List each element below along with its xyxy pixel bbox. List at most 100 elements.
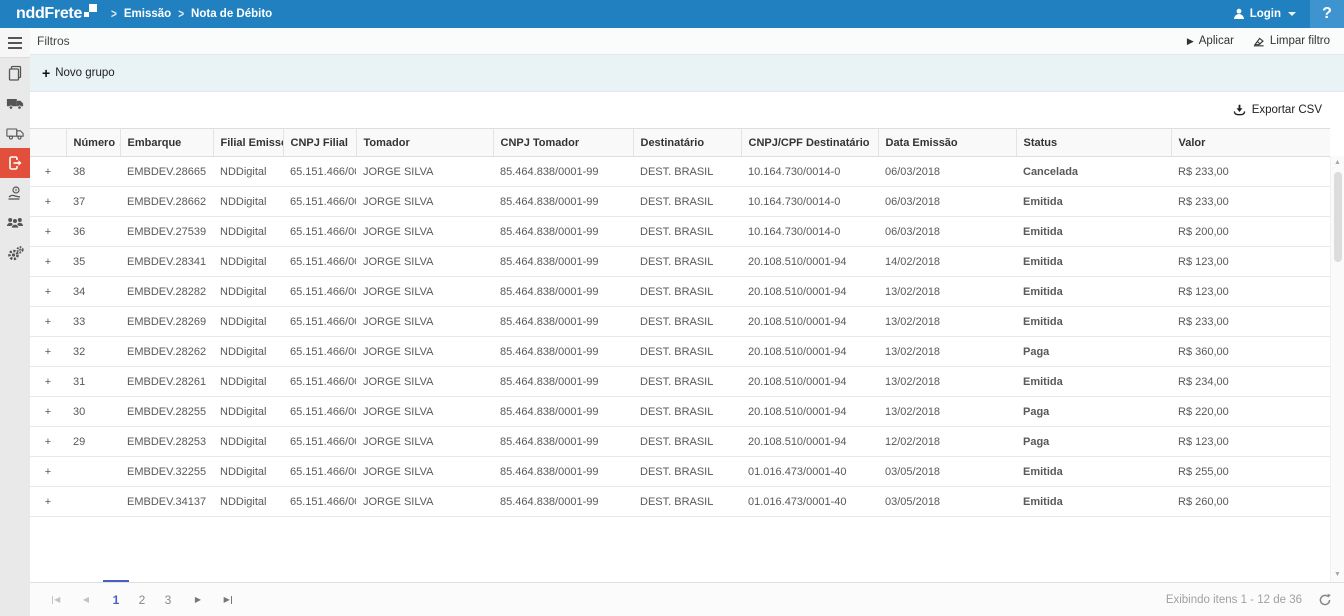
cell-embarque: EMBDEV.27539 [120,217,213,247]
menu-icon[interactable] [0,28,30,58]
help-button[interactable]: ? [1310,0,1344,28]
expand-column-header [30,129,66,157]
table-row[interactable]: +35EMBDEV.28341NDDigital65.151.466/000..… [30,247,1330,277]
sidebar-item-settings[interactable] [0,238,30,268]
scrollbar-thumb[interactable] [1334,172,1342,262]
cell-status: Paga [1016,337,1171,367]
chevron-right-icon: > [178,7,184,21]
table-row[interactable]: +EMBDEV.32255NDDigital65.151.466/000...J… [30,457,1330,487]
column-header-numero[interactable]: Número↓ [66,129,120,157]
table-row[interactable]: +EMBDEV.34137NDDigital65.151.466/000...J… [30,487,1330,517]
expand-row-button[interactable]: + [30,277,66,307]
sidebar-item-debit-note-active[interactable] [0,148,30,178]
table-row[interactable]: +30EMBDEV.28255NDDigital65.151.466/000..… [30,397,1330,427]
next-page-button[interactable]: ▶ [186,588,210,612]
column-header-filial-emissora[interactable]: Filial Emissora [213,129,283,157]
sidebar-item-documents[interactable] [0,58,30,88]
login-label: Login [1250,8,1281,20]
pager-page-2[interactable]: 2 [130,588,154,612]
pager-page-1[interactable]: 1 [104,588,128,612]
apply-filter-label: Aplicar [1199,35,1234,47]
scroll-up-icon[interactable]: ▲ [1334,156,1341,170]
cell-valor: R$ 234,00 [1171,367,1330,397]
column-header-data-emissao[interactable]: Data Emissão [878,129,1016,157]
expand-row-button[interactable]: + [30,487,66,517]
scroll-down-icon[interactable]: ▼ [1334,568,1341,582]
sidebar-item-users[interactable] [0,208,30,238]
column-header-cnpj-tomador[interactable]: CNPJ Tomador [493,129,633,157]
expand-row-button[interactable]: + [30,307,66,337]
expand-row-button[interactable]: + [30,457,66,487]
pager-info: Exibindo itens 1 - 12 de 36 [1166,594,1302,606]
cell-valor: R$ 255,00 [1171,457,1330,487]
sidebar-item-truck-outline[interactable] [0,118,30,148]
column-header-cnpj-filial[interactable]: CNPJ Filial [283,129,356,157]
expand-row-button[interactable]: + [30,217,66,247]
app-logo-text: nddFrete [16,4,82,24]
cell-embarque: EMBDEV.28341 [120,247,213,277]
cell-cnpj_filial: 65.151.466/000... [283,307,356,337]
cell-tomador: JORGE SILVA [356,217,493,247]
cell-filial_emissora: NDDigital [213,487,283,517]
expand-row-button[interactable]: + [30,157,66,187]
table-row[interactable]: +31EMBDEV.28261NDDigital65.151.466/000..… [30,367,1330,397]
cell-filial_emissora: NDDigital [213,337,283,367]
cell-cnpj_filial: 65.151.466/000... [283,247,356,277]
cell-filial_emissora: NDDigital [213,397,283,427]
cell-status: Emitida [1016,307,1171,337]
cell-embarque: EMBDEV.28255 [120,397,213,427]
pager-page-3[interactable]: 3 [156,588,180,612]
cell-cnpj_tomador: 85.464.838/0001-99 [493,217,633,247]
cell-status: Cancelada [1016,157,1171,187]
expand-row-button[interactable]: + [30,187,66,217]
cell-embarque: EMBDEV.28662 [120,187,213,217]
new-group-button[interactable]: + Novo grupo [42,66,115,80]
column-header-status[interactable]: Status [1016,129,1171,157]
export-csv-button[interactable]: Exportar CSV [1233,104,1322,116]
sidebar-item-payment[interactable] [0,178,30,208]
login-menu-button[interactable]: Login [1219,0,1310,28]
clear-filter-button[interactable]: Limpar filtro [1252,35,1330,47]
expand-row-button[interactable]: + [30,397,66,427]
table-row[interactable]: +33EMBDEV.28269NDDigital65.151.466/000..… [30,307,1330,337]
table-row[interactable]: +37EMBDEV.28662NDDigital65.151.466/000..… [30,187,1330,217]
column-header-destinatario[interactable]: Destinatário [633,129,741,157]
expand-row-button[interactable]: + [30,247,66,277]
column-header-tomador[interactable]: Tomador [356,129,493,157]
table-row[interactable]: +36EMBDEV.27539NDDigital65.151.466/000..… [30,217,1330,247]
expand-row-button[interactable]: + [30,337,66,367]
table-row[interactable]: +29EMBDEV.28253NDDigital65.151.466/000..… [30,427,1330,457]
sidebar-item-truck-solid[interactable] [0,88,30,118]
breadcrumb-item-nota-de-debito[interactable]: Nota de Débito [191,8,272,20]
top-header-bar: nddFrete > Emissão > Nota de Débito Logi… [0,0,1344,28]
cell-filial_emissora: NDDigital [213,217,283,247]
cell-filial_emissora: NDDigital [213,157,283,187]
cell-destinatario: DEST. BRASIL [633,187,741,217]
cell-numero [66,457,120,487]
previous-page-button[interactable]: ◀ [74,588,98,612]
cell-cnpj_tomador: 85.464.838/0001-99 [493,277,633,307]
breadcrumb: > Emissão > Nota de Débito [111,8,272,20]
cell-data_emissao: 13/02/2018 [878,367,1016,397]
vertical-scrollbar[interactable]: ▲ ▼ [1330,156,1344,582]
cell-cnpj_tomador: 85.464.838/0001-99 [493,487,633,517]
app-logo[interactable]: nddFrete [0,1,107,27]
last-page-button[interactable]: ▶ [216,588,240,612]
expand-row-button[interactable]: + [30,367,66,397]
column-header-valor[interactable]: Valor [1171,129,1330,157]
expand-row-button[interactable]: + [30,427,66,457]
cell-numero: 36 [66,217,120,247]
column-header-cnpj-cpf-destinatario[interactable]: CNPJ/CPF Destinatário [741,129,878,157]
column-header-embarque[interactable]: Embarque [120,129,213,157]
cell-valor: R$ 360,00 [1171,337,1330,367]
apply-filter-button[interactable]: ▶ Aplicar [1187,35,1234,47]
cell-cnpj_filial: 65.151.466/000... [283,337,356,367]
refresh-button[interactable] [1318,593,1332,607]
table-row[interactable]: +32EMBDEV.28262NDDigital65.151.466/000..… [30,337,1330,367]
cell-cnpj_cpf_destinatario: 20.108.510/0001-94 [741,337,878,367]
first-page-button[interactable]: ◀ [44,588,68,612]
table-row[interactable]: +34EMBDEV.28282NDDigital65.151.466/000..… [30,277,1330,307]
table-row[interactable]: +38EMBDEV.28665NDDigital65.151.466/000..… [30,157,1330,187]
breadcrumb-item-emissao[interactable]: Emissão [124,8,171,20]
cell-status: Emitida [1016,217,1171,247]
